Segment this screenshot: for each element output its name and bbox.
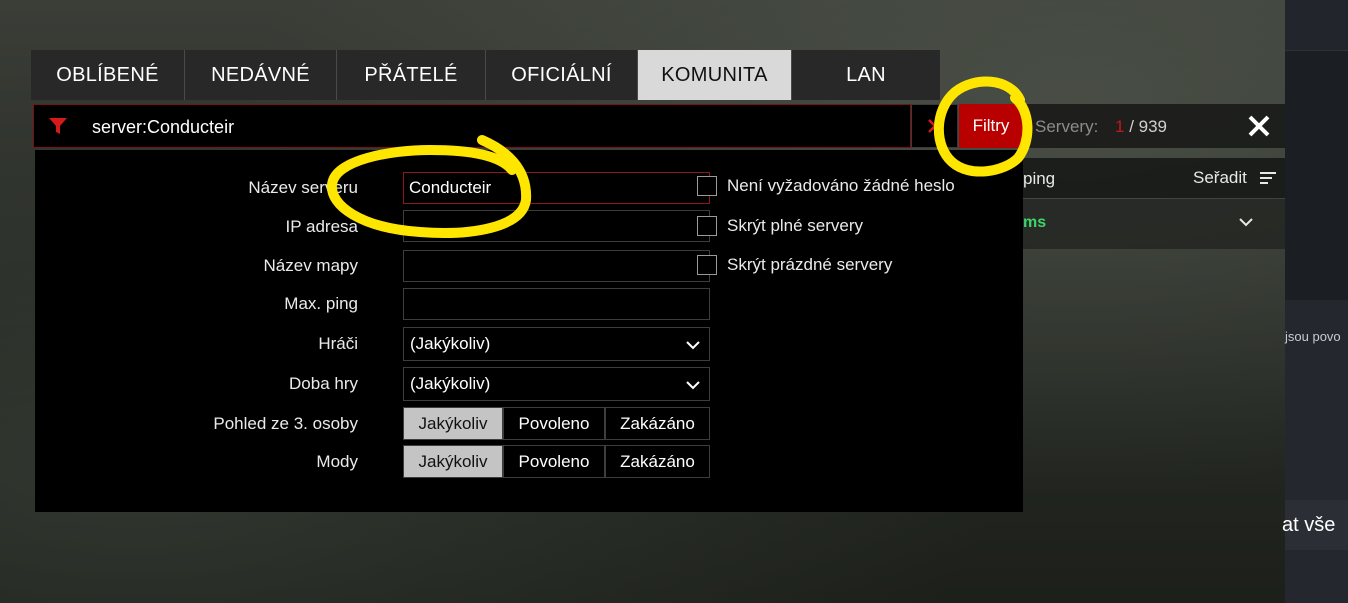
- players-label: Hráči: [318, 334, 358, 353]
- servers-count: 1 / 939: [1115, 117, 1167, 137]
- clear-search-button[interactable]: [911, 104, 958, 148]
- third-person-any-button[interactable]: Jakýkoliv: [403, 407, 503, 440]
- hide-full-checkbox[interactable]: [697, 216, 717, 236]
- side-panel-partial-text: jsou povo: [1285, 329, 1341, 344]
- mods-label: Mody: [316, 452, 358, 471]
- server-tabs: OBLÍBENÉ NEDÁVNÉ PŘÁTELÉ OFICIÁLNÍ KOMUN…: [31, 50, 941, 100]
- right-panel-body: [1285, 300, 1348, 603]
- hide-full-checkbox-row[interactable]: Skrýt plné servery: [697, 216, 863, 236]
- players-select[interactable]: (Jakýkoliv): [403, 327, 710, 361]
- chevron-down-icon: [686, 381, 700, 390]
- right-panel-header: [1285, 0, 1348, 51]
- game-time-select-value: (Jakýkoliv): [410, 374, 491, 393]
- mods-allowed-button[interactable]: Povoleno: [503, 445, 605, 478]
- hide-empty-checkbox-row[interactable]: Skrýt prázdné servery: [697, 255, 892, 275]
- third-person-allowed-button[interactable]: Povoleno: [503, 407, 605, 440]
- sort-button-label[interactable]: Seřadit: [1193, 168, 1247, 188]
- side-panel-partial-button-label[interactable]: at vše: [1282, 514, 1335, 537]
- mods-any-button[interactable]: Jakýkoliv: [403, 445, 503, 478]
- hide-empty-checkbox[interactable]: [697, 255, 717, 275]
- tab-favorites[interactable]: OBLÍBENÉ: [31, 50, 185, 100]
- map-name-label: Název mapy: [263, 256, 358, 275]
- servers-separator: /: [1124, 117, 1139, 136]
- tab-lan[interactable]: LAN: [792, 50, 941, 100]
- ip-address-input[interactable]: [403, 210, 710, 242]
- game-time-select[interactable]: (Jakýkoliv): [403, 367, 710, 401]
- hide-full-label: Skrýt plné servery: [727, 216, 864, 235]
- third-person-forbidden-button[interactable]: Zakázáno: [605, 407, 710, 440]
- max-ping-label: Max. ping: [284, 294, 358, 313]
- servers-total: 939: [1138, 117, 1168, 136]
- map-name-input[interactable]: [403, 250, 710, 282]
- right-side-panel: [1285, 0, 1348, 603]
- close-icon: [927, 119, 942, 133]
- chevron-down-icon[interactable]: [1238, 216, 1254, 228]
- game-time-label: Doba hry: [289, 374, 358, 393]
- sort-icon[interactable]: [1259, 171, 1277, 185]
- server-name-label: Název serveru: [248, 178, 358, 197]
- filters-button[interactable]: Filtry: [959, 104, 1023, 148]
- server-name-input[interactable]: [403, 172, 710, 204]
- max-ping-input[interactable]: [403, 288, 710, 320]
- hide-empty-label: Skrýt prázdné servery: [727, 255, 893, 274]
- players-select-value: (Jakýkoliv): [410, 334, 491, 353]
- tab-community[interactable]: KOMUNITA: [638, 50, 792, 100]
- search-bar: [33, 104, 914, 148]
- third-person-toggle: Jakýkoliv Povoleno Zakázáno: [403, 407, 710, 440]
- funnel-icon[interactable]: [48, 116, 68, 136]
- no-password-label: Není vyžadováno žádné heslo: [727, 176, 955, 195]
- server-row-ping: ms: [1023, 214, 1047, 231]
- tab-official[interactable]: OFICIÁLNÍ: [486, 50, 638, 100]
- servers-label: Servery:: [1035, 117, 1099, 136]
- mods-forbidden-button[interactable]: Zakázáno: [605, 445, 710, 478]
- mods-toggle: Jakýkoliv Povoleno Zakázáno: [403, 445, 710, 478]
- no-password-checkbox[interactable]: [697, 176, 717, 196]
- search-input[interactable]: [90, 111, 914, 143]
- chevron-down-icon: [686, 341, 700, 350]
- third-person-label: Pohled ze 3. osoby: [213, 414, 358, 433]
- tab-recent[interactable]: NEDÁVNÉ: [185, 50, 337, 100]
- filter-panel: Název serveru IP adresa Název mapy Max. …: [35, 150, 1023, 512]
- close-button[interactable]: [1245, 112, 1273, 140]
- no-password-checkbox-row[interactable]: Není vyžadováno žádné heslo: [697, 176, 955, 196]
- tab-friends[interactable]: PŘÁTELÉ: [337, 50, 486, 100]
- close-icon: [1248, 115, 1270, 137]
- ip-address-label: IP adresa: [285, 217, 358, 236]
- ping-column-header[interactable]: ping: [1023, 169, 1055, 189]
